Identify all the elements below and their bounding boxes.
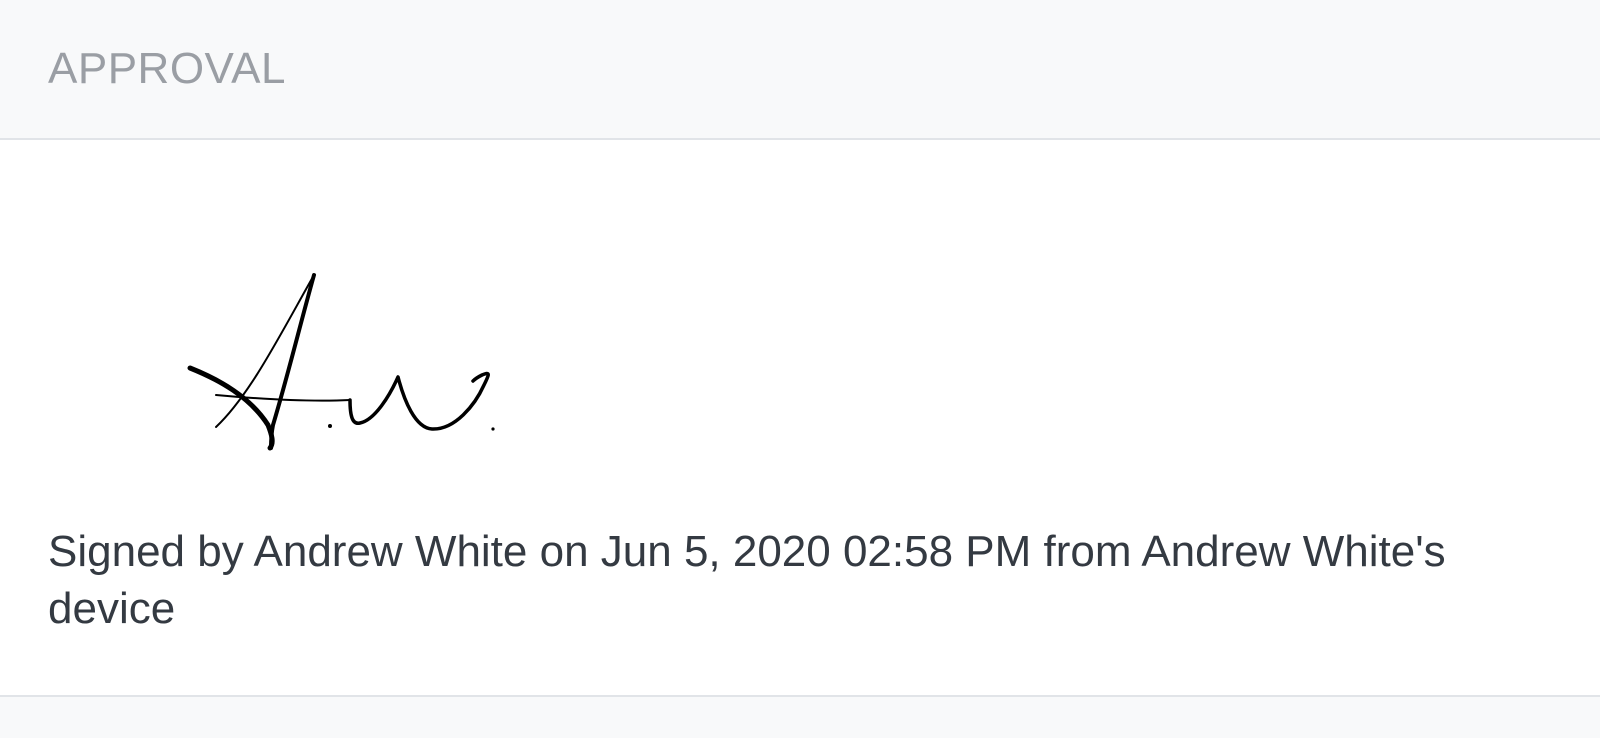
signature-image — [187, 273, 495, 451]
signed-by-text: Signed by Andrew White on Jun 5, 2020 02… — [48, 527, 1446, 633]
footer-strip — [0, 697, 1600, 738]
approval-header: APPROVAL — [0, 0, 1600, 140]
section-title: APPROVAL — [48, 44, 286, 93]
approval-card: Signed by Andrew White on Jun 5, 2020 02… — [0, 140, 1600, 697]
approval-page: APPROVAL Signed by Andrew White on Jun 5… — [0, 0, 1600, 738]
